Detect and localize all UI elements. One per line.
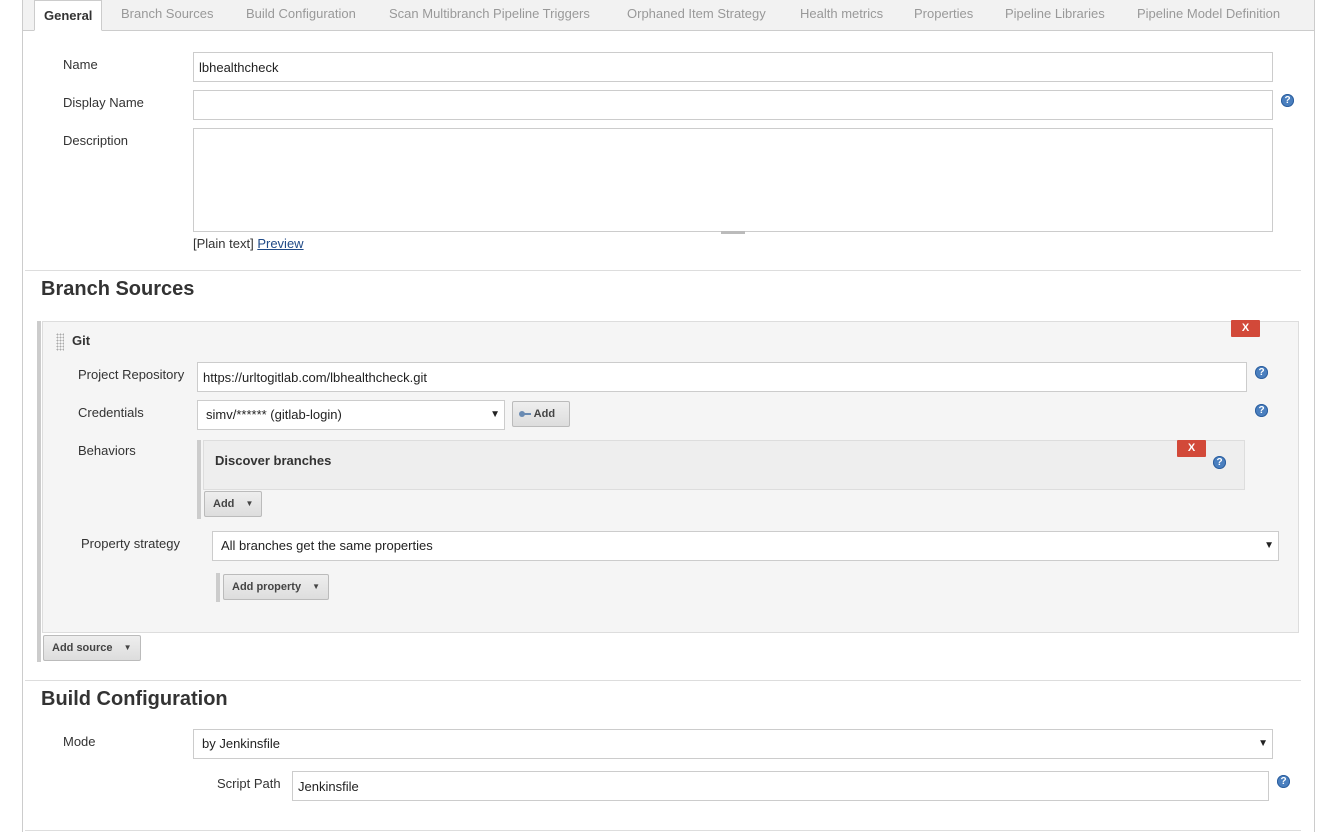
add-credentials-label: Add bbox=[533, 408, 556, 420]
chevron-down-icon: ▼ bbox=[490, 409, 500, 420]
behaviors-bar bbox=[197, 440, 201, 519]
project-repository-label: Project Repository bbox=[78, 367, 185, 382]
branch-sources-bar bbox=[37, 321, 41, 662]
mode-select[interactable]: by Jenkinsfile ▼ bbox=[193, 729, 1273, 759]
display-name-label: Display Name bbox=[63, 95, 144, 110]
add-source-button[interactable]: Add source ▼ bbox=[43, 635, 141, 661]
project-repository-input[interactable] bbox=[197, 362, 1247, 392]
tab-orphaned-item-strategy[interactable]: Orphaned Item Strategy bbox=[627, 6, 766, 21]
textarea-resize-handle[interactable] bbox=[721, 231, 745, 234]
chevron-down-icon: ▼ bbox=[1258, 738, 1268, 749]
script-path-label: Script Path bbox=[217, 776, 281, 791]
add-source-label: Add source bbox=[52, 642, 113, 654]
drag-handle-icon[interactable] bbox=[56, 333, 64, 351]
delete-source-button[interactable]: X bbox=[1231, 320, 1260, 337]
add-property-button[interactable]: Add property ▼ bbox=[223, 574, 330, 600]
property-strategy-label: Property strategy bbox=[81, 536, 180, 551]
caret-down-icon: ▼ bbox=[312, 582, 321, 591]
tab-health-metrics[interactable]: Health metrics bbox=[800, 6, 883, 21]
help-icon[interactable]: ? bbox=[1255, 366, 1268, 379]
add-behavior-label: Add bbox=[213, 498, 235, 510]
name-input[interactable] bbox=[193, 52, 1273, 82]
credentials-value: simv/****** (gitlab-login) bbox=[206, 407, 342, 422]
help-icon[interactable]: ? bbox=[1277, 775, 1290, 788]
property-strategy-value: All branches get the same properties bbox=[221, 538, 433, 553]
git-source-title: Git bbox=[72, 333, 91, 348]
delete-behavior-button[interactable]: X bbox=[1177, 440, 1206, 457]
description-label: Description bbox=[63, 133, 129, 148]
add-credentials-button[interactable]: Add bbox=[512, 401, 570, 427]
discover-branches-panel bbox=[203, 440, 1245, 490]
property-strategy-select[interactable]: All branches get the same properties ▼ bbox=[212, 531, 1279, 561]
chevron-down-icon: ▼ bbox=[1264, 540, 1274, 551]
name-label: Name bbox=[63, 57, 98, 72]
tab-bar: General Branch Sources Build Configurati… bbox=[23, 0, 1314, 31]
tab-branch-sources[interactable]: Branch Sources bbox=[121, 6, 214, 21]
caret-down-icon: ▼ bbox=[123, 643, 132, 652]
divider bbox=[25, 830, 1301, 831]
mode-value: by Jenkinsfile bbox=[202, 736, 281, 751]
script-path-input[interactable] bbox=[292, 771, 1269, 801]
tab-pipeline-model-definition[interactable]: Pipeline Model Definition bbox=[1137, 6, 1280, 21]
help-icon[interactable]: ? bbox=[1281, 94, 1294, 107]
add-property-label: Add property bbox=[232, 581, 302, 593]
credentials-select[interactable]: simv/****** (gitlab-login) ▼ bbox=[197, 400, 505, 430]
build-configuration-title: Build Configuration bbox=[41, 688, 228, 710]
divider bbox=[25, 270, 1301, 271]
config-form: General Branch Sources Build Configurati… bbox=[22, 0, 1315, 832]
tab-properties[interactable]: Properties bbox=[914, 6, 973, 21]
tab-build-configuration[interactable]: Build Configuration bbox=[246, 6, 356, 21]
tab-general[interactable]: General bbox=[34, 0, 103, 31]
description-format: [Plain text] Preview bbox=[193, 236, 304, 251]
key-icon bbox=[519, 410, 531, 418]
discover-branches-title: Discover branches bbox=[215, 453, 332, 468]
credentials-label: Credentials bbox=[78, 405, 144, 420]
behaviors-label: Behaviors bbox=[78, 443, 136, 458]
property-bar bbox=[216, 573, 220, 602]
tab-pipeline-libraries[interactable]: Pipeline Libraries bbox=[1005, 6, 1105, 21]
add-behavior-button[interactable]: Add ▼ bbox=[204, 491, 263, 517]
caret-down-icon: ▼ bbox=[245, 499, 254, 508]
branch-sources-title: Branch Sources bbox=[41, 278, 195, 300]
display-name-input[interactable] bbox=[193, 90, 1273, 120]
help-icon[interactable]: ? bbox=[1213, 456, 1226, 469]
tab-scan-multibranch-pipeline-triggers[interactable]: Scan Multibranch Pipeline Triggers bbox=[389, 6, 590, 21]
divider bbox=[25, 680, 1301, 681]
description-textarea[interactable] bbox=[193, 128, 1273, 232]
mode-label: Mode bbox=[63, 734, 96, 749]
help-icon[interactable]: ? bbox=[1255, 404, 1268, 417]
preview-link[interactable]: Preview bbox=[257, 236, 303, 251]
plain-text-label: [Plain text] bbox=[193, 236, 254, 251]
